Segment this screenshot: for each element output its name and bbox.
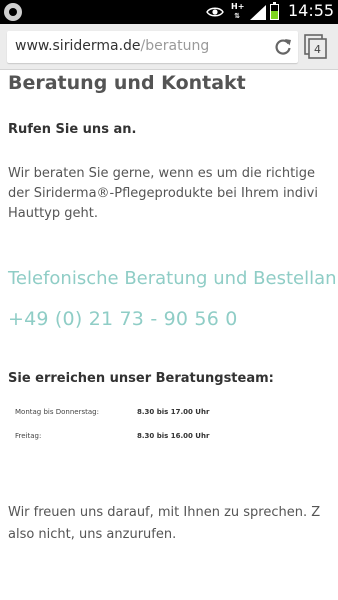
reload-icon[interactable] [273, 37, 293, 57]
battery-level [271, 11, 278, 19]
page-content: Beratung und Kontakt Rufen Sie uns an. W… [0, 70, 338, 600]
phone-number-link[interactable]: +49 (0) 21 73 - 90 56 0 [8, 308, 238, 330]
hours-row: Freitag: 8.30 bis 16.00 Uhr [0, 432, 338, 446]
closing-line: Wir freuen uns darauf, mit Ihnen zu spre… [8, 505, 321, 520]
intro-line: der Siriderma®-Pflegeprodukte bei Ihrem … [8, 186, 318, 201]
url-path: /beratung [140, 38, 210, 54]
hours-day: Freitag: [15, 432, 42, 440]
network-type-icon: H+ ⇅ [231, 2, 245, 20]
chrome-icon [4, 3, 22, 21]
eye-icon [206, 7, 224, 17]
url-domain: www.siriderma.de [15, 38, 141, 54]
hours-row: Montag bis Donnerstag: 8.30 bis 17.00 Uh… [0, 408, 338, 422]
closing-line: also nicht, uns anzurufen. [8, 527, 177, 542]
battery-icon [270, 2, 279, 20]
call-heading: Rufen Sie uns an. [8, 122, 137, 137]
tabs-icon[interactable]: 4 [304, 34, 328, 60]
status-time: 14:55 [288, 1, 335, 20]
phone-heading: Telefonische Beratung und Bestellan [8, 268, 337, 289]
hours-day: Montag bis Donnerstag: [15, 408, 99, 416]
url-text[interactable]: www.siriderma.de/beratung [15, 38, 209, 54]
hours-time: 8.30 bis 17.00 Uhr [137, 408, 210, 416]
intro-line: Wir beraten Sie gerne, wenn es um die ri… [8, 166, 316, 181]
signal-icon [250, 5, 266, 20]
intro-line: Hauttyp geht. [8, 206, 98, 221]
page-title: Beratung und Kontakt [8, 72, 246, 94]
tab-count: 4 [314, 43, 321, 56]
status-bar: H+ ⇅ 14:55 [0, 0, 338, 24]
team-heading: Sie erreichen unser Beratungsteam: [8, 371, 274, 386]
address-bar[interactable]: www.siriderma.de/beratung [7, 31, 298, 63]
browser-toolbar: www.siriderma.de/beratung 4 [0, 24, 338, 70]
hours-time: 8.30 bis 16.00 Uhr [137, 432, 210, 440]
